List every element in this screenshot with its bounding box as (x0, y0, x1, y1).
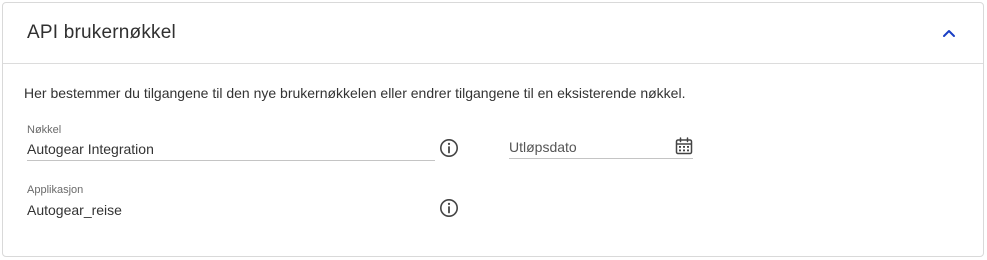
key-field-label: Nøkkel (27, 124, 62, 136)
chevron-up-icon (943, 30, 955, 37)
expiry-date-underline (509, 158, 693, 159)
info-icon[interactable] (439, 198, 459, 218)
expiry-date-field[interactable]: Utløpsdato (509, 136, 693, 160)
info-icon[interactable] (439, 138, 459, 158)
application-field-label: Applikasjon (27, 184, 84, 196)
panel-title: API brukernøkkel (27, 22, 176, 43)
calendar-icon[interactable] (674, 136, 694, 156)
collapse-button[interactable] (939, 23, 959, 43)
key-field-value[interactable]: Autogear Integration (27, 141, 154, 157)
panel-description: Her bestemmer du tilgangene til den nye … (24, 85, 686, 101)
panel-header[interactable]: API brukernøkkel (3, 3, 983, 64)
key-field-underline (27, 160, 435, 161)
key-field[interactable]: Nøkkel Autogear Integration (27, 124, 435, 162)
application-field-value: Autogear_reise (27, 202, 122, 218)
application-field: Applikasjon Autogear_reise (27, 184, 435, 222)
expiry-date-placeholder: Utløpsdato (509, 139, 577, 155)
